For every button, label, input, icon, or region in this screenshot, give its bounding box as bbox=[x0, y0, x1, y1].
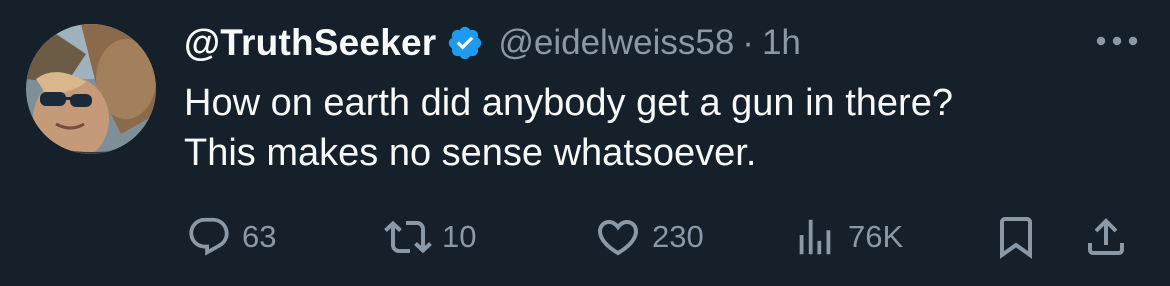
reply-count: 63 bbox=[242, 219, 277, 254]
reply-button[interactable]: 63 bbox=[186, 212, 276, 262]
bookmark-icon bbox=[1000, 217, 1032, 259]
views-button[interactable]: 76K bbox=[792, 212, 903, 262]
like-count: 230 bbox=[652, 219, 704, 254]
verified-badge-icon[interactable] bbox=[446, 24, 484, 62]
views-count: 76K bbox=[848, 219, 904, 254]
share-button[interactable] bbox=[1082, 212, 1130, 262]
reply-icon bbox=[189, 217, 229, 256]
tweet-text: How on earth did anybody get a gun in th… bbox=[184, 78, 1134, 178]
more-options-button[interactable] bbox=[1092, 26, 1142, 56]
user-handle[interactable]: @eidelweiss58 bbox=[498, 23, 734, 63]
retweet-button[interactable]: 10 bbox=[384, 212, 476, 262]
display-name[interactable]: @TruthSeeker bbox=[184, 22, 436, 64]
tweet-timestamp[interactable]: 1h bbox=[762, 23, 801, 63]
like-button[interactable]: 230 bbox=[594, 212, 704, 262]
tweet-text-line: This makes no sense whatsoever. bbox=[184, 132, 757, 174]
avatar[interactable] bbox=[26, 24, 156, 154]
retweet-count: 10 bbox=[442, 219, 477, 254]
tweet-text-line: How on earth did anybody get a gun in th… bbox=[184, 82, 953, 124]
action-bar: 63 10 230 76K bbox=[186, 212, 1136, 262]
views-icon bbox=[799, 219, 831, 255]
tweet-card[interactable]: @TruthSeeker @eidelweiss58 · 1h How on e… bbox=[0, 0, 1170, 286]
separator-dot: · bbox=[742, 23, 754, 62]
share-icon bbox=[1088, 218, 1124, 255]
tweet-header: @TruthSeeker @eidelweiss58 · 1h bbox=[184, 18, 801, 68]
heart-icon bbox=[597, 220, 639, 256]
more-dots-icon bbox=[1096, 36, 1138, 46]
avatar-photo-icon bbox=[26, 24, 156, 154]
bookmark-button[interactable] bbox=[992, 212, 1040, 262]
retweet-icon bbox=[384, 220, 432, 254]
